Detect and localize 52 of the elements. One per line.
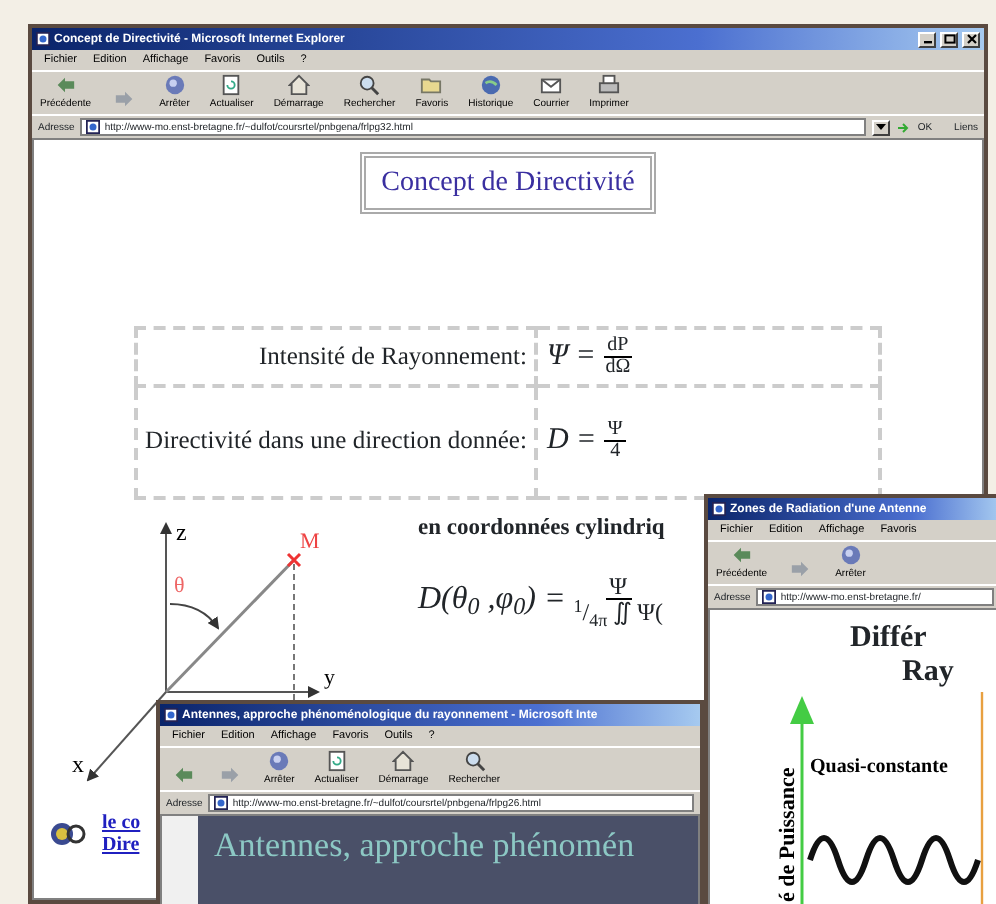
house-icon xyxy=(287,74,310,96)
table-cell: Intensité de Rayonnement: xyxy=(135,328,537,386)
axis-label: z xyxy=(176,517,187,546)
page-icon xyxy=(36,32,50,46)
axis-label: y xyxy=(324,665,335,690)
formula: D(θ$_{0}$ ,φ$_{0}$) = Ψ $^{1}$/$_{4π}$ ∬ Ψ( xyxy=(418,573,665,626)
globe-icon xyxy=(479,74,502,96)
axis-title: é de Puissance xyxy=(776,766,800,901)
search-icon xyxy=(358,74,381,96)
point-label: M xyxy=(300,529,320,554)
dropdown-button[interactable] xyxy=(871,119,890,135)
page-heading: Ray xyxy=(900,656,956,691)
angle-arc xyxy=(169,602,220,629)
page-heading: Concept de Directivité xyxy=(359,152,657,214)
page-margin xyxy=(162,816,198,904)
forward-arrow-icon xyxy=(219,764,241,786)
axis-label: x xyxy=(72,749,84,778)
close-button[interactable] xyxy=(962,31,980,47)
point-marker xyxy=(286,551,302,567)
page-heading: Différ xyxy=(850,622,929,657)
angle-label: θ xyxy=(174,573,185,598)
table-cell: Directivité dans une direction donnée: xyxy=(135,385,537,498)
banner-title: Antennes, approche phénomén xyxy=(198,816,698,904)
caret-icon xyxy=(875,123,886,131)
page-icon xyxy=(712,502,726,516)
globe-icon xyxy=(268,750,291,772)
back-arrow-icon xyxy=(54,74,77,96)
back-arrow-icon xyxy=(730,544,753,566)
page-icon xyxy=(214,796,229,810)
folder-icon xyxy=(420,74,443,96)
close-icon xyxy=(965,34,977,44)
caption-text: en coordonnées cylindriq xyxy=(418,513,665,544)
arrow-icon xyxy=(895,120,910,134)
forward-arrow-icon xyxy=(114,88,137,110)
minimize-button[interactable] xyxy=(918,31,936,47)
back-arrow-icon xyxy=(171,764,193,786)
page-link[interactable]: le co xyxy=(102,811,141,834)
x-axis xyxy=(86,690,167,781)
curve-label: Quasi-constante xyxy=(810,755,948,777)
globe-icon xyxy=(839,544,862,566)
maximize-button[interactable] xyxy=(940,31,958,47)
page-link[interactable]: Dire xyxy=(102,833,141,856)
search-icon xyxy=(463,750,486,772)
globe-icon xyxy=(163,74,186,96)
page-icon xyxy=(86,120,101,134)
page-icon xyxy=(762,590,777,604)
maximize-icon xyxy=(943,34,955,44)
logo-icon xyxy=(50,821,86,846)
house-icon xyxy=(392,750,415,772)
page-icon xyxy=(164,708,178,722)
envelope-icon xyxy=(540,74,563,96)
forward-arrow-icon xyxy=(790,558,813,580)
